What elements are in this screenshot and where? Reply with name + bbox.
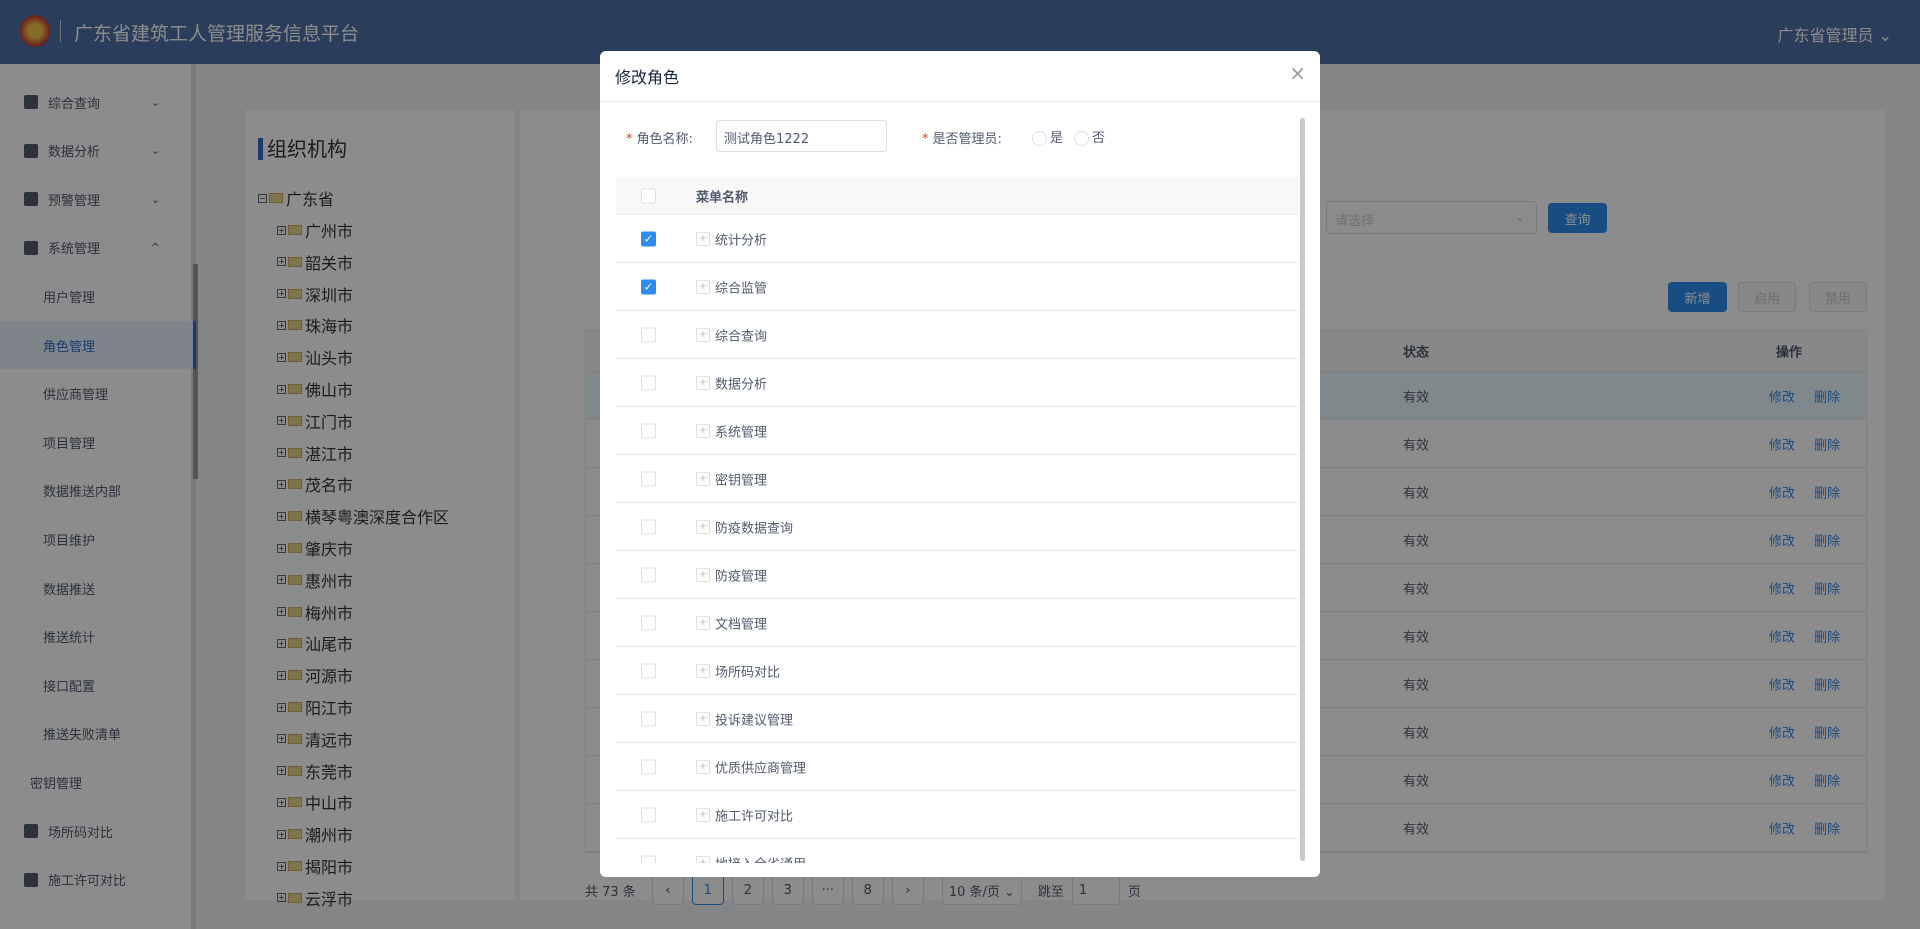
- menu-row: + 防疫数据查询: [616, 503, 1298, 551]
- expand-icon[interactable]: +: [696, 615, 710, 630]
- menu-row: + 防疫管理: [616, 551, 1298, 599]
- role-name-input[interactable]: 测试角色1222: [716, 120, 887, 152]
- menu-name: 系统管理: [715, 425, 768, 440]
- role-name-label: * 角色名称:: [626, 132, 693, 147]
- is-admin-label: * 是否管理员:: [922, 132, 1002, 147]
- menu-name: 地接入全省通用: [715, 853, 806, 863]
- menu-name: 统计分析: [715, 233, 768, 248]
- menu-name: 文档管理: [715, 617, 768, 632]
- menu-name: 综合监管: [715, 281, 768, 296]
- expand-icon[interactable]: +: [696, 231, 710, 246]
- menu-checkbox[interactable]: ✓: [641, 231, 656, 246]
- expand-icon[interactable]: +: [696, 327, 710, 342]
- close-icon[interactable]: ×: [1289, 61, 1306, 85]
- select-all-checkbox[interactable]: [641, 188, 656, 203]
- menu-checkbox[interactable]: [641, 519, 656, 534]
- divider: [600, 101, 1320, 102]
- expand-icon[interactable]: +: [696, 567, 710, 582]
- menu-checkbox[interactable]: ✓: [641, 279, 656, 294]
- menu-checkbox[interactable]: [641, 711, 656, 726]
- expand-icon[interactable]: +: [696, 711, 710, 726]
- menu-name: 密钥管理: [715, 473, 768, 488]
- menu-checkbox[interactable]: [641, 663, 656, 678]
- menu-row: + 投诉建议管理: [616, 695, 1298, 743]
- menu-checkbox[interactable]: [641, 807, 656, 822]
- menu-checkbox[interactable]: [641, 855, 656, 863]
- expand-icon[interactable]: +: [696, 759, 710, 774]
- expand-icon[interactable]: +: [696, 663, 710, 678]
- menu-row: + 数据分析: [616, 359, 1298, 407]
- menu-row: + 施工许可对比: [616, 791, 1298, 839]
- menu-row: + 场所码对比: [616, 647, 1298, 695]
- menu-checkbox[interactable]: [641, 567, 656, 582]
- expand-icon[interactable]: +: [696, 423, 710, 438]
- menu-row: + 综合查询: [616, 311, 1298, 359]
- menu-name: 优质供应商管理: [715, 761, 807, 776]
- menu-row: + 地接入全省通用: [616, 839, 1298, 863]
- menu-checkbox[interactable]: [641, 615, 656, 630]
- col-menu-name: 菜单名称: [696, 190, 749, 205]
- menu-row: + 文档管理: [616, 599, 1298, 647]
- edit-role-modal: 修改角色 × * 角色名称: 测试角色1222 * 是否管理员: 是 否 菜单名称 …: [600, 51, 1320, 877]
- menu-checkbox[interactable]: [641, 423, 656, 438]
- menu-checkbox[interactable]: [641, 327, 656, 342]
- menu-row: + 优质供应商管理: [616, 743, 1298, 791]
- menu-name: 施工许可对比: [715, 809, 794, 824]
- modal-title: 修改角色: [615, 68, 680, 87]
- menu-row: ✓ + 综合监管: [616, 263, 1298, 311]
- menu-checkbox[interactable]: [641, 759, 656, 774]
- menu-name: 场所码对比: [715, 665, 781, 680]
- expand-icon[interactable]: +: [696, 279, 710, 294]
- modal-scrollbar[interactable]: [1300, 118, 1305, 861]
- menu-checkbox[interactable]: [641, 375, 656, 390]
- menu-name: 防疫数据查询: [715, 521, 794, 536]
- expand-icon[interactable]: +: [696, 471, 710, 486]
- menu-table-header: 菜单名称: [616, 177, 1298, 215]
- menu-name: 数据分析: [715, 377, 768, 392]
- menu-checkbox[interactable]: [641, 471, 656, 486]
- menu-name: 投诉建议管理: [715, 713, 794, 728]
- menu-name: 综合查询: [715, 329, 768, 344]
- menu-name: 防疫管理: [715, 569, 768, 584]
- expand-icon[interactable]: +: [696, 855, 710, 863]
- expand-icon[interactable]: +: [696, 375, 710, 390]
- expand-icon[interactable]: +: [696, 519, 710, 534]
- menu-permission-table: 菜单名称 ✓ + 统计分析 ✓ + 综合监管 + 综合查询 + 数据分析 + 系统管理 + 密钥管理 + 防疫…: [616, 177, 1298, 863]
- expand-icon[interactable]: +: [696, 807, 710, 822]
- admin-radio-yes[interactable]: 是: [1032, 127, 1063, 146]
- menu-row: ✓ + 统计分析: [616, 215, 1298, 263]
- menu-row: + 系统管理: [616, 407, 1298, 455]
- admin-radio-no[interactable]: 否: [1074, 127, 1105, 146]
- menu-row: + 密钥管理: [616, 455, 1298, 503]
